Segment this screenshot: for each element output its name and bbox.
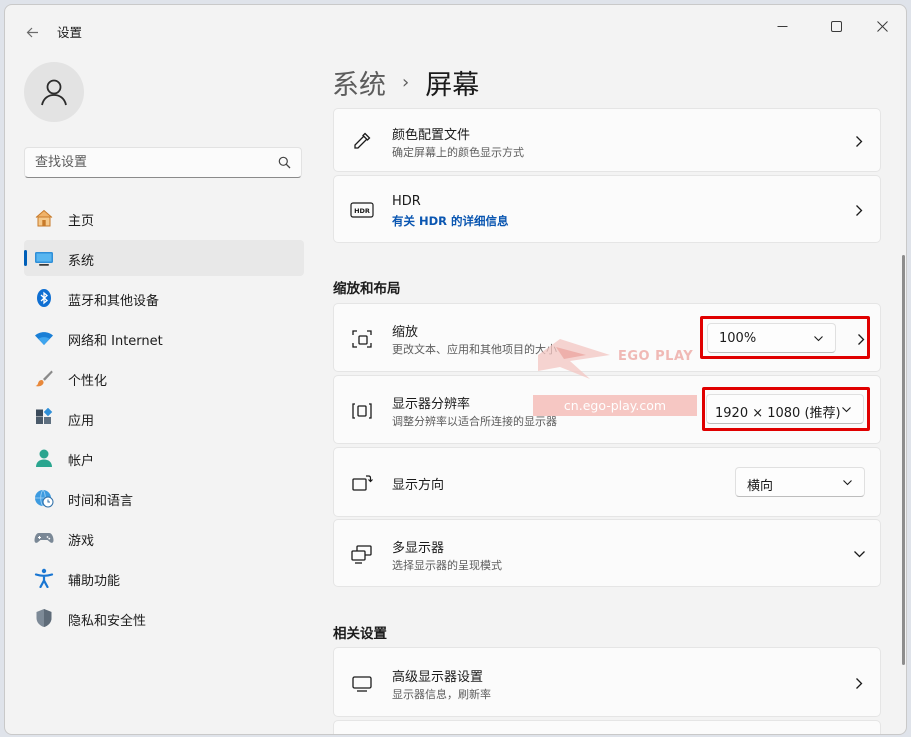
watermark-logo xyxy=(538,339,610,379)
multi-display-icon xyxy=(350,542,374,566)
search-icon[interactable] xyxy=(278,156,291,169)
watermark-brand: EGO PLAY xyxy=(618,349,694,364)
sidebar-item-gaming[interactable]: 游戏 xyxy=(24,520,304,556)
orientation-dropdown[interactable]: 横向 xyxy=(735,467,865,497)
sidebar-item-label: 辅助功能 xyxy=(68,574,121,589)
card-title: 颜色配置文件 xyxy=(392,128,471,143)
sidebar-item-label: 主页 xyxy=(68,214,95,229)
wifi-icon xyxy=(34,328,54,348)
user-avatar[interactable] xyxy=(24,62,84,122)
sidebar-item-label: 个性化 xyxy=(68,374,108,389)
accessibility-icon xyxy=(34,568,54,588)
account-icon xyxy=(34,448,54,468)
card-title: 缩放 xyxy=(392,325,419,340)
close-button[interactable] xyxy=(862,11,902,41)
maximize-icon xyxy=(830,20,842,32)
hdr-icon: HDR xyxy=(350,198,374,222)
scrollbar[interactable] xyxy=(902,255,905,665)
chevron-right-icon xyxy=(852,676,866,690)
minimize-icon xyxy=(777,25,787,27)
sidebar-item-personalization[interactable]: 个性化 xyxy=(24,360,304,396)
breadcrumb-separator: › xyxy=(402,72,410,93)
hdr-card[interactable]: HDR HDR 有关 HDR 的详细信息 xyxy=(333,175,881,243)
home-icon xyxy=(34,208,54,228)
sidebar-item-label: 网络和 Internet xyxy=(68,334,163,349)
search-input[interactable] xyxy=(25,148,275,177)
advanced-display-card[interactable]: 高级显示器设置 显示器信息，刷新率 xyxy=(333,647,881,717)
globe-clock-icon xyxy=(34,488,54,508)
apps-icon xyxy=(34,408,54,428)
paintbrush-icon xyxy=(34,368,54,388)
sidebar-item-label: 隐私和安全性 xyxy=(68,614,147,629)
orientation-icon xyxy=(350,471,374,495)
card-title: HDR xyxy=(392,194,421,209)
scale-highlight-box xyxy=(700,316,870,359)
page-title: 屏幕 xyxy=(425,70,480,101)
shield-icon xyxy=(34,608,54,628)
hdr-badge-text: HDR xyxy=(354,207,370,215)
sidebar-item-accounts[interactable]: 帐户 xyxy=(24,440,304,476)
sidebar-item-system[interactable]: 系统 xyxy=(24,240,304,276)
back-button[interactable] xyxy=(19,19,45,45)
back-arrow-icon xyxy=(26,27,38,37)
card-description: 选择显示器的呈现模式 xyxy=(392,559,502,572)
search-box[interactable] xyxy=(24,147,302,178)
monitor-icon xyxy=(350,671,374,695)
sidebar-item-label: 系统 xyxy=(68,254,95,269)
bluetooth-icon xyxy=(34,288,54,308)
multi-display-card[interactable]: 多显示器 选择显示器的呈现模式 xyxy=(333,519,881,587)
orientation-dropdown-value: 横向 xyxy=(747,479,774,494)
sidebar-nav: 主页 系统 蓝牙和其他设备 网络和 Internet 个性化 应用 帐户 时间和… xyxy=(24,200,304,640)
card-title: 多显示器 xyxy=(392,541,445,556)
resolution-icon xyxy=(350,399,374,423)
chevron-right-icon xyxy=(852,203,866,217)
sidebar-item-network[interactable]: 网络和 Internet xyxy=(24,320,304,356)
sidebar-item-apps[interactable]: 应用 xyxy=(24,400,304,436)
color-profile-card[interactable]: 颜色配置文件 确定屏幕上的颜色显示方式 xyxy=(333,108,881,172)
sidebar-item-bluetooth[interactable]: 蓝牙和其他设备 xyxy=(24,280,304,316)
card-title: 显示器分辨率 xyxy=(392,397,471,412)
user-icon xyxy=(41,79,67,106)
watermark-url: cn.ego-play.com xyxy=(533,395,697,416)
sidebar-item-label: 游戏 xyxy=(68,534,95,549)
card-title: 高级显示器设置 xyxy=(392,670,484,685)
card-description: 显示器信息，刷新率 xyxy=(392,688,491,701)
sidebar-item-label: 应用 xyxy=(68,414,95,429)
sidebar-item-label: 时间和语言 xyxy=(68,494,134,509)
next-settings-card[interactable] xyxy=(333,720,881,734)
breadcrumb: 系统 › 屏幕 xyxy=(332,63,479,102)
maximize-button[interactable] xyxy=(816,11,856,41)
sidebar-item-time-language[interactable]: 时间和语言 xyxy=(24,480,304,516)
card-title: 显示方向 xyxy=(392,478,445,493)
card-description: 确定屏幕上的颜色显示方式 xyxy=(392,146,524,159)
sidebar-item-accessibility[interactable]: 辅助功能 xyxy=(24,560,304,596)
minimize-button[interactable] xyxy=(762,11,802,41)
resolution-highlight-box xyxy=(702,387,870,431)
chevron-down-icon xyxy=(843,480,852,486)
sidebar-item-label: 蓝牙和其他设备 xyxy=(68,294,160,309)
breadcrumb-parent[interactable]: 系统 xyxy=(332,63,386,102)
eyedropper-icon xyxy=(350,129,374,153)
settings-window: 设置 主页 系统 蓝牙和其他设备 xyxy=(4,4,907,735)
app-title: 设置 xyxy=(57,25,83,40)
scale-icon xyxy=(350,327,374,351)
section-title-related: 相关设置 xyxy=(333,626,387,642)
sidebar-item-home[interactable]: 主页 xyxy=(24,200,304,236)
gamepad-icon xyxy=(34,528,54,548)
close-icon xyxy=(876,20,888,32)
system-display-icon xyxy=(34,248,54,268)
sidebar-item-label: 帐户 xyxy=(68,454,95,469)
sidebar-item-privacy[interactable]: 隐私和安全性 xyxy=(24,600,304,636)
hdr-info-link[interactable]: 有关 HDR 的详细信息 xyxy=(392,213,509,229)
chevron-right-icon xyxy=(852,134,866,148)
chevron-down-icon[interactable] xyxy=(852,547,866,561)
section-title-scale-layout: 缩放和布局 xyxy=(333,281,401,297)
